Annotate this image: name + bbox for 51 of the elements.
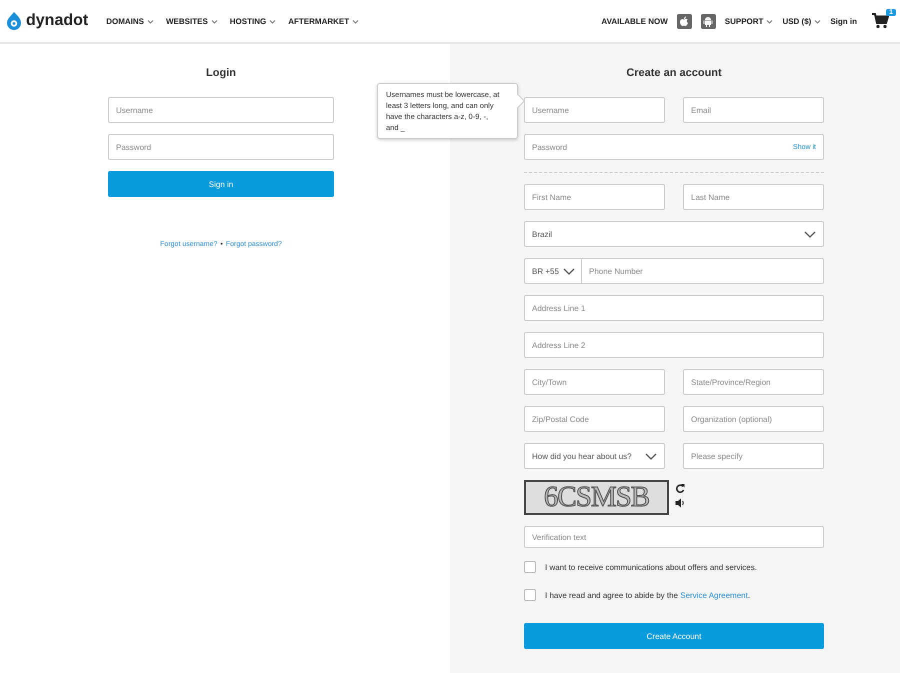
- apple-app-button[interactable]: [676, 14, 692, 28]
- nav-menu[interactable]: HOSTING: [230, 16, 276, 26]
- caret-icon: [804, 229, 816, 239]
- checkbox-label: I want to receive communications about offers and services.: [545, 562, 757, 572]
- nav-menu[interactable]: AFTERMARKET: [288, 16, 360, 26]
- input-field[interactable]: First Name: [524, 184, 665, 210]
- checkbox-label: I have read and agree to abide by the Service Agreement.: [545, 590, 750, 600]
- input-field[interactable]: Zip/Postal Code: [524, 406, 665, 432]
- caret-icon: [766, 18, 774, 24]
- phone-field[interactable]: Phone Number: [581, 258, 824, 284]
- sign-in-link[interactable]: Sign in: [830, 16, 857, 26]
- input-field[interactable]: Organization (optional): [683, 406, 824, 432]
- android-icon: [703, 16, 714, 26]
- android-app-button[interactable]: [700, 14, 716, 28]
- verification-field[interactable]: Verification text: [524, 526, 824, 548]
- refresh-icon: [675, 483, 685, 493]
- create-account-title: Create an account: [625, 67, 723, 79]
- country-code-dropdown[interactable]: BR +55: [524, 258, 581, 284]
- cart-icon: [872, 13, 889, 29]
- caret-icon: [269, 18, 276, 24]
- caret-icon: [147, 18, 154, 24]
- nav-menu[interactable]: DOMAINS: [106, 16, 154, 26]
- dropdown-field[interactable]: Brazil: [524, 221, 824, 247]
- caret-icon: [645, 451, 657, 461]
- input-field[interactable]: Email: [683, 97, 824, 123]
- input-field[interactable]: Last Name: [683, 184, 824, 210]
- caret-icon: [563, 266, 575, 276]
- input-field[interactable]: Address Line 1: [524, 295, 824, 321]
- checkbox[interactable]: [524, 561, 536, 573]
- available-now-label: AVAILABLE NOW: [601, 16, 668, 26]
- caret-icon: [210, 18, 218, 24]
- input-field[interactable]: Please specify: [683, 443, 824, 469]
- checkbox[interactable]: [524, 589, 536, 601]
- input-field[interactable]: Username: [524, 97, 665, 123]
- input-field[interactable]: City/Town: [524, 369, 665, 395]
- dropdown-field[interactable]: How did you hear about us?: [524, 443, 665, 469]
- caret-icon: [352, 18, 360, 24]
- captcha-image: 6CSMSB: [524, 480, 669, 515]
- logo-icon: [5, 11, 23, 31]
- input-field[interactable]: State/Province/Region: [683, 369, 824, 395]
- input-field[interactable]: Address Line 2: [524, 332, 824, 358]
- speaker-icon: [675, 498, 685, 508]
- apple-icon: [679, 16, 690, 26]
- nav-menu[interactable]: USD ($): [782, 16, 822, 26]
- caret-icon: [814, 18, 822, 24]
- logo-text[interactable]: dynadot: [26, 12, 88, 30]
- login-title: Login: [205, 67, 237, 79]
- nav-menu[interactable]: SUPPORT: [724, 16, 774, 26]
- password-field[interactable]: Password: [108, 134, 334, 160]
- nav-menu[interactable]: WEBSITES: [166, 16, 218, 26]
- username-field[interactable]: Username: [108, 97, 334, 123]
